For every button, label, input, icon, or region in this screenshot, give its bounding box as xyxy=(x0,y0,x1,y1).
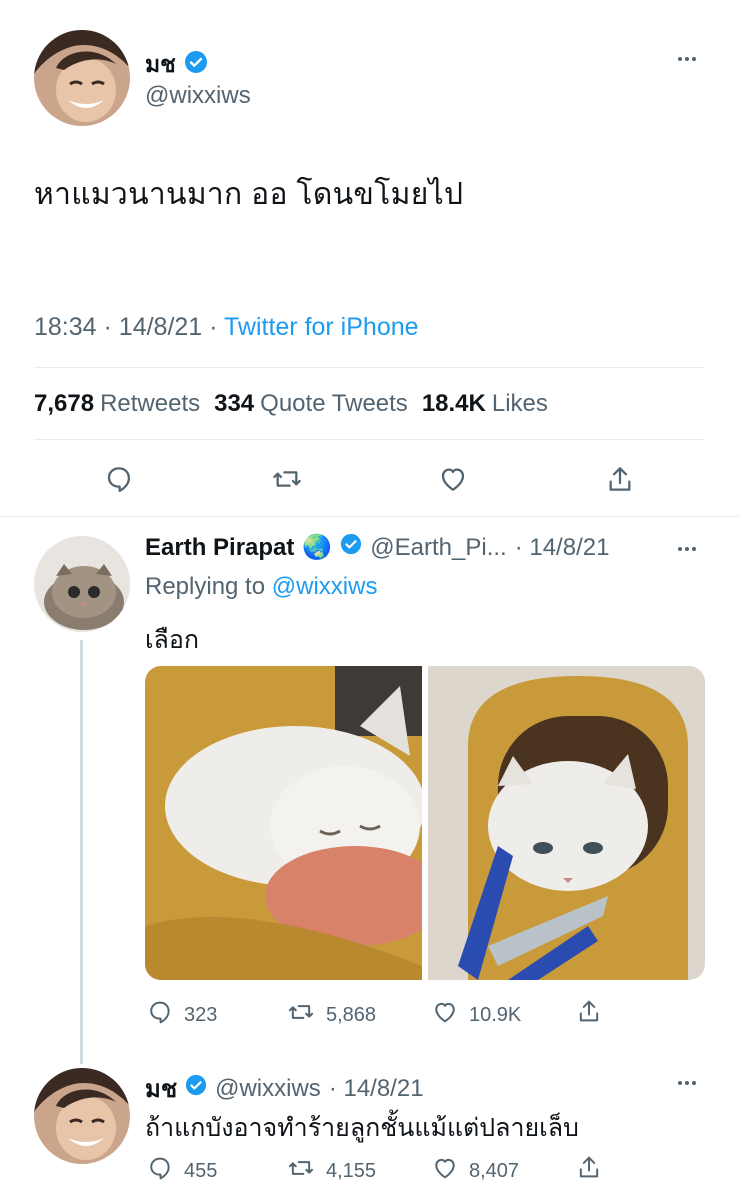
like-heart-icon xyxy=(431,1154,459,1188)
reply-text: ถ้าแกบังอาจทำร้ายลูกชั้นแม้แต่ปลายเล็บ xyxy=(145,1114,579,1142)
replying-to-label: Replying to xyxy=(145,573,266,600)
replying-to: Replying to @wixxiws xyxy=(145,573,377,601)
reply-header: มช @wixxiws · 14/8/21 xyxy=(145,1069,424,1108)
tweet-stats: 7,678 Retweets 334 Quote Tweets 18.4K Likes xyxy=(34,390,548,418)
share-icon[interactable] xyxy=(575,996,603,1026)
likes-stat[interactable]: 18.4K Likes xyxy=(422,390,548,418)
reply-handle[interactable]: @wixxiws xyxy=(215,1075,321,1103)
author-handle[interactable]: @wixxiws xyxy=(145,82,251,110)
more-options-icon[interactable] xyxy=(678,547,696,551)
share-icon[interactable] xyxy=(575,1152,603,1182)
verified-badge-icon xyxy=(340,533,362,562)
retweets-stat[interactable]: 7,678 Retweets xyxy=(34,390,200,418)
tweet-text: หาแมวนานมาก ออ โดนขโมยไป xyxy=(34,178,464,211)
tweet-meta: 18:34 · 14/8/21 · Twitter for iPhone xyxy=(34,313,419,342)
reply-handle[interactable]: @Earth_Pi... xyxy=(370,534,506,562)
reply-icon xyxy=(146,998,174,1032)
likes-label: Likes xyxy=(491,390,548,417)
author-avatar[interactable] xyxy=(34,30,130,126)
quotes-stat[interactable]: 334 Quote Tweets xyxy=(214,390,408,418)
reply-header: Earth Pirapat 🌏 @Earth_Pi... · 14/8/21 xyxy=(145,533,609,562)
like-heart-icon xyxy=(431,998,459,1032)
quotes-label: Quote Tweets xyxy=(260,390,408,417)
thread-line xyxy=(80,640,83,1064)
retweets-label: Retweets xyxy=(100,390,201,417)
retweet-count: 4,155 xyxy=(326,1159,377,1182)
reply-count: 455 xyxy=(184,1159,218,1182)
tweet-time: 18:34 xyxy=(34,313,97,341)
section-separator xyxy=(0,516,739,517)
meta-separator: · xyxy=(103,313,119,341)
reply2-retweets[interactable]: 4,155 xyxy=(286,1154,376,1188)
reply-text: เลือก xyxy=(145,626,200,654)
reply-avatar[interactable] xyxy=(34,536,130,632)
reply-avatar[interactable] xyxy=(34,1068,130,1164)
divider xyxy=(34,367,705,368)
reply-icon[interactable] xyxy=(103,463,135,500)
divider xyxy=(34,439,705,440)
like-heart-icon[interactable] xyxy=(437,463,469,500)
like-count: 8,407 xyxy=(469,1159,520,1182)
tweet-source-link[interactable]: Twitter for iPhone xyxy=(224,313,419,341)
meta-separator: · xyxy=(209,313,224,341)
globe-emoji-icon: 🌏 xyxy=(302,534,333,561)
reply1-likes[interactable]: 10.9K xyxy=(431,998,521,1032)
author-display-name[interactable]: มช xyxy=(145,47,176,83)
retweet-icon xyxy=(286,1154,316,1188)
reply-icon xyxy=(146,1154,174,1188)
reply-display-name[interactable]: Earth Pirapat xyxy=(145,534,294,562)
media-photo-sleeping-cat[interactable] xyxy=(145,666,445,980)
author-name-row[interactable]: มช xyxy=(145,47,208,83)
media-gallery xyxy=(145,666,705,980)
reply-date[interactable]: · 14/8/21 xyxy=(329,1075,424,1103)
reply-date[interactable]: · 14/8/21 xyxy=(515,534,610,562)
retweet-count: 5,868 xyxy=(326,1003,377,1026)
likes-count: 18.4K xyxy=(421,390,486,417)
share-icon[interactable] xyxy=(604,462,636,501)
reply1-retweets[interactable]: 5,868 xyxy=(286,998,376,1032)
media-photo-cat-scissors[interactable] xyxy=(428,666,705,980)
verified-badge-icon xyxy=(185,1074,207,1103)
retweet-icon xyxy=(286,998,316,1032)
reply2-replies[interactable]: 455 xyxy=(146,1154,217,1188)
retweets-count: 7,678 xyxy=(34,390,95,417)
quotes-count: 334 xyxy=(214,390,255,417)
reply1-replies[interactable]: 323 xyxy=(146,998,217,1032)
more-options-icon[interactable] xyxy=(678,1081,696,1085)
replying-to-handle[interactable]: @wixxiws xyxy=(272,573,378,600)
reply2-likes[interactable]: 8,407 xyxy=(431,1154,519,1188)
more-options-icon[interactable] xyxy=(678,57,696,61)
like-count: 10.9K xyxy=(469,1003,522,1026)
reply-count: 323 xyxy=(184,1003,218,1026)
retweet-icon[interactable] xyxy=(270,463,304,500)
reply-display-name[interactable]: มช xyxy=(145,1069,177,1108)
verified-badge-icon xyxy=(184,50,208,80)
tweet-date: 14/8/21 xyxy=(118,313,203,341)
